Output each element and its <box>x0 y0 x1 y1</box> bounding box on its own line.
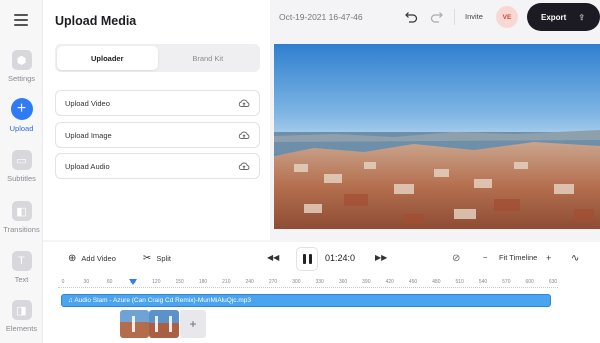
export-button[interactable]: Export ⇪ <box>527 3 600 31</box>
cloud-upload-icon <box>238 161 250 171</box>
snap-off-icon[interactable]: ⊘ <box>452 253 460 264</box>
rail-label: Settings <box>7 74 36 83</box>
ruler-tick-label: 30 <box>83 279 90 285</box>
fit-timeline-button[interactable]: Fit Timeline <box>499 253 537 262</box>
ruler-tick-label: 390 <box>362 279 371 285</box>
playhead-marker[interactable] <box>129 279 137 285</box>
add-circle-icon: ⊕ <box>68 253 77 264</box>
panel-tabs: Uploader Brand Kit <box>55 44 260 72</box>
tab-brand-kit[interactable]: Brand Kit <box>158 46 259 70</box>
export-label: Export <box>541 12 567 22</box>
ruler-tick-label: 510 <box>455 279 464 285</box>
rail-item-elements[interactable]: ◨ Elements <box>0 300 43 333</box>
upload-audio-button[interactable]: Upload Audio <box>55 153 260 179</box>
player-toolbar: ⊕ Add Video ✂ Split ◀◀ 01:24:0 ▶▶ ⊘ − Fi… <box>43 242 600 276</box>
ruler-tick-label: 480 <box>432 279 441 285</box>
add-video-button[interactable]: ⊕ Add Video <box>68 253 116 264</box>
pause-icon <box>302 254 306 264</box>
skip-back-icon[interactable]: ◀◀ <box>267 253 279 262</box>
ruler-tick-label: 180 <box>198 279 208 285</box>
upload-image-label: Upload Image <box>65 130 112 140</box>
gear-icon: ⬢ <box>11 50 32 70</box>
ruler-tick-label: 600 <box>525 279 534 285</box>
rail-item-text[interactable]: T Text <box>0 251 43 284</box>
invite-button[interactable]: Invite <box>465 12 483 21</box>
rail-label: Subtitles <box>7 174 36 183</box>
pause-button[interactable] <box>296 247 318 271</box>
redo-icon[interactable] <box>430 10 446 24</box>
upload-panel: Upload Media Uploader Brand Kit Upload V… <box>43 0 270 240</box>
text-icon: T <box>11 251 32 271</box>
rail-item-subtitles[interactable]: ▭ Subtitles <box>0 150 43 183</box>
add-video-label: Add Video <box>81 254 116 263</box>
plus-icon: + <box>10 98 33 120</box>
transitions-icon: ◧ <box>11 201 32 221</box>
project-title[interactable]: Oct-19-2021 16-47-46 <box>279 12 363 22</box>
ruler-tick-label: 0 <box>61 279 65 285</box>
panel-title: Upload Media <box>55 14 137 28</box>
cloud-upload-icon <box>238 130 250 140</box>
waveform-icon[interactable]: ∿ <box>571 253 579 264</box>
left-rail: ⬢ Settings + Upload ▭ Subtitles ◧ Transi… <box>0 0 43 343</box>
split-button[interactable]: ✂ Split <box>143 253 171 264</box>
rail-label: Text <box>14 275 29 284</box>
time-ruler[interactable]: 0 30 60 90 120 150 180 210 240 270 300 330 360 390 420… <box>58 279 558 291</box>
skip-forward-icon[interactable]: ▶▶ <box>375 253 387 262</box>
zoom-in-button[interactable]: + <box>546 253 551 263</box>
ruler-tick-label: 420 <box>385 279 394 285</box>
split-label: Split <box>156 254 171 263</box>
subtitles-icon: ▭ <box>11 150 32 170</box>
ruler-tick-label: 120 <box>152 279 161 285</box>
rail-label: Upload <box>9 124 34 133</box>
video-preview[interactable] <box>274 44 600 229</box>
menu-icon[interactable] <box>14 14 28 26</box>
ruler-tick-label: 210 <box>222 279 231 285</box>
upload-image-button[interactable]: Upload Image <box>55 122 260 148</box>
ruler-tick-label: 150 <box>175 279 184 285</box>
ruler-tick-label: 300 <box>292 279 301 285</box>
ruler-tick-label: 270 <box>268 279 278 285</box>
ruler-tick-label: 330 <box>315 279 324 285</box>
elements-icon: ◨ <box>11 300 32 320</box>
divider <box>454 9 455 25</box>
timeline[interactable]: 0 30 60 90 120 150 180 210 240 270 300 330 360 390 420… <box>43 276 600 343</box>
rail-item-transitions[interactable]: ◧ Transitions <box>0 201 43 234</box>
ruler-dots <box>58 287 558 289</box>
scissors-icon: ✂ <box>143 253 152 264</box>
tab-uploader[interactable]: Uploader <box>57 46 158 70</box>
ruler-tick-label: 630 <box>548 279 558 285</box>
video-clip-thumbnail[interactable] <box>149 310 179 338</box>
top-bar: Oct-19-2021 16-47-46 Invite VE Export ⇪ <box>270 0 600 36</box>
upload-icon: ⇪ <box>578 12 586 22</box>
upload-audio-label: Upload Audio <box>65 161 110 171</box>
ruler-tick-label: 360 <box>338 279 348 285</box>
upload-video-label: Upload Video <box>65 98 110 108</box>
cloud-upload-icon <box>238 98 250 108</box>
rail-label: Elements <box>5 324 38 333</box>
city-aerial-image <box>274 44 600 229</box>
audio-track[interactable]: ♫ Audio Slam - Azure (Can Craig Cd Remix… <box>61 294 551 307</box>
add-clip-button[interactable]: + <box>180 310 206 338</box>
timecode: 01:24:0 <box>325 253 356 263</box>
ruler-tick-label: 450 <box>408 279 418 285</box>
rail-label: Transitions <box>3 225 40 234</box>
ruler-tick-label: 60 <box>106 279 113 285</box>
ruler-tick-label: 540 <box>478 279 488 285</box>
ruler-tick-label: 570 <box>502 279 511 285</box>
ruler-tick-label: 240 <box>245 279 254 285</box>
rail-item-settings[interactable]: ⬢ Settings <box>0 50 43 83</box>
video-clip-thumbnail[interactable] <box>120 310 149 338</box>
zoom-out-button[interactable]: − <box>483 253 487 262</box>
undo-icon[interactable] <box>402 10 418 24</box>
upload-video-button[interactable]: Upload Video <box>55 90 260 116</box>
rail-item-upload[interactable]: + Upload <box>0 98 43 133</box>
avatar[interactable]: VE <box>496 6 518 28</box>
